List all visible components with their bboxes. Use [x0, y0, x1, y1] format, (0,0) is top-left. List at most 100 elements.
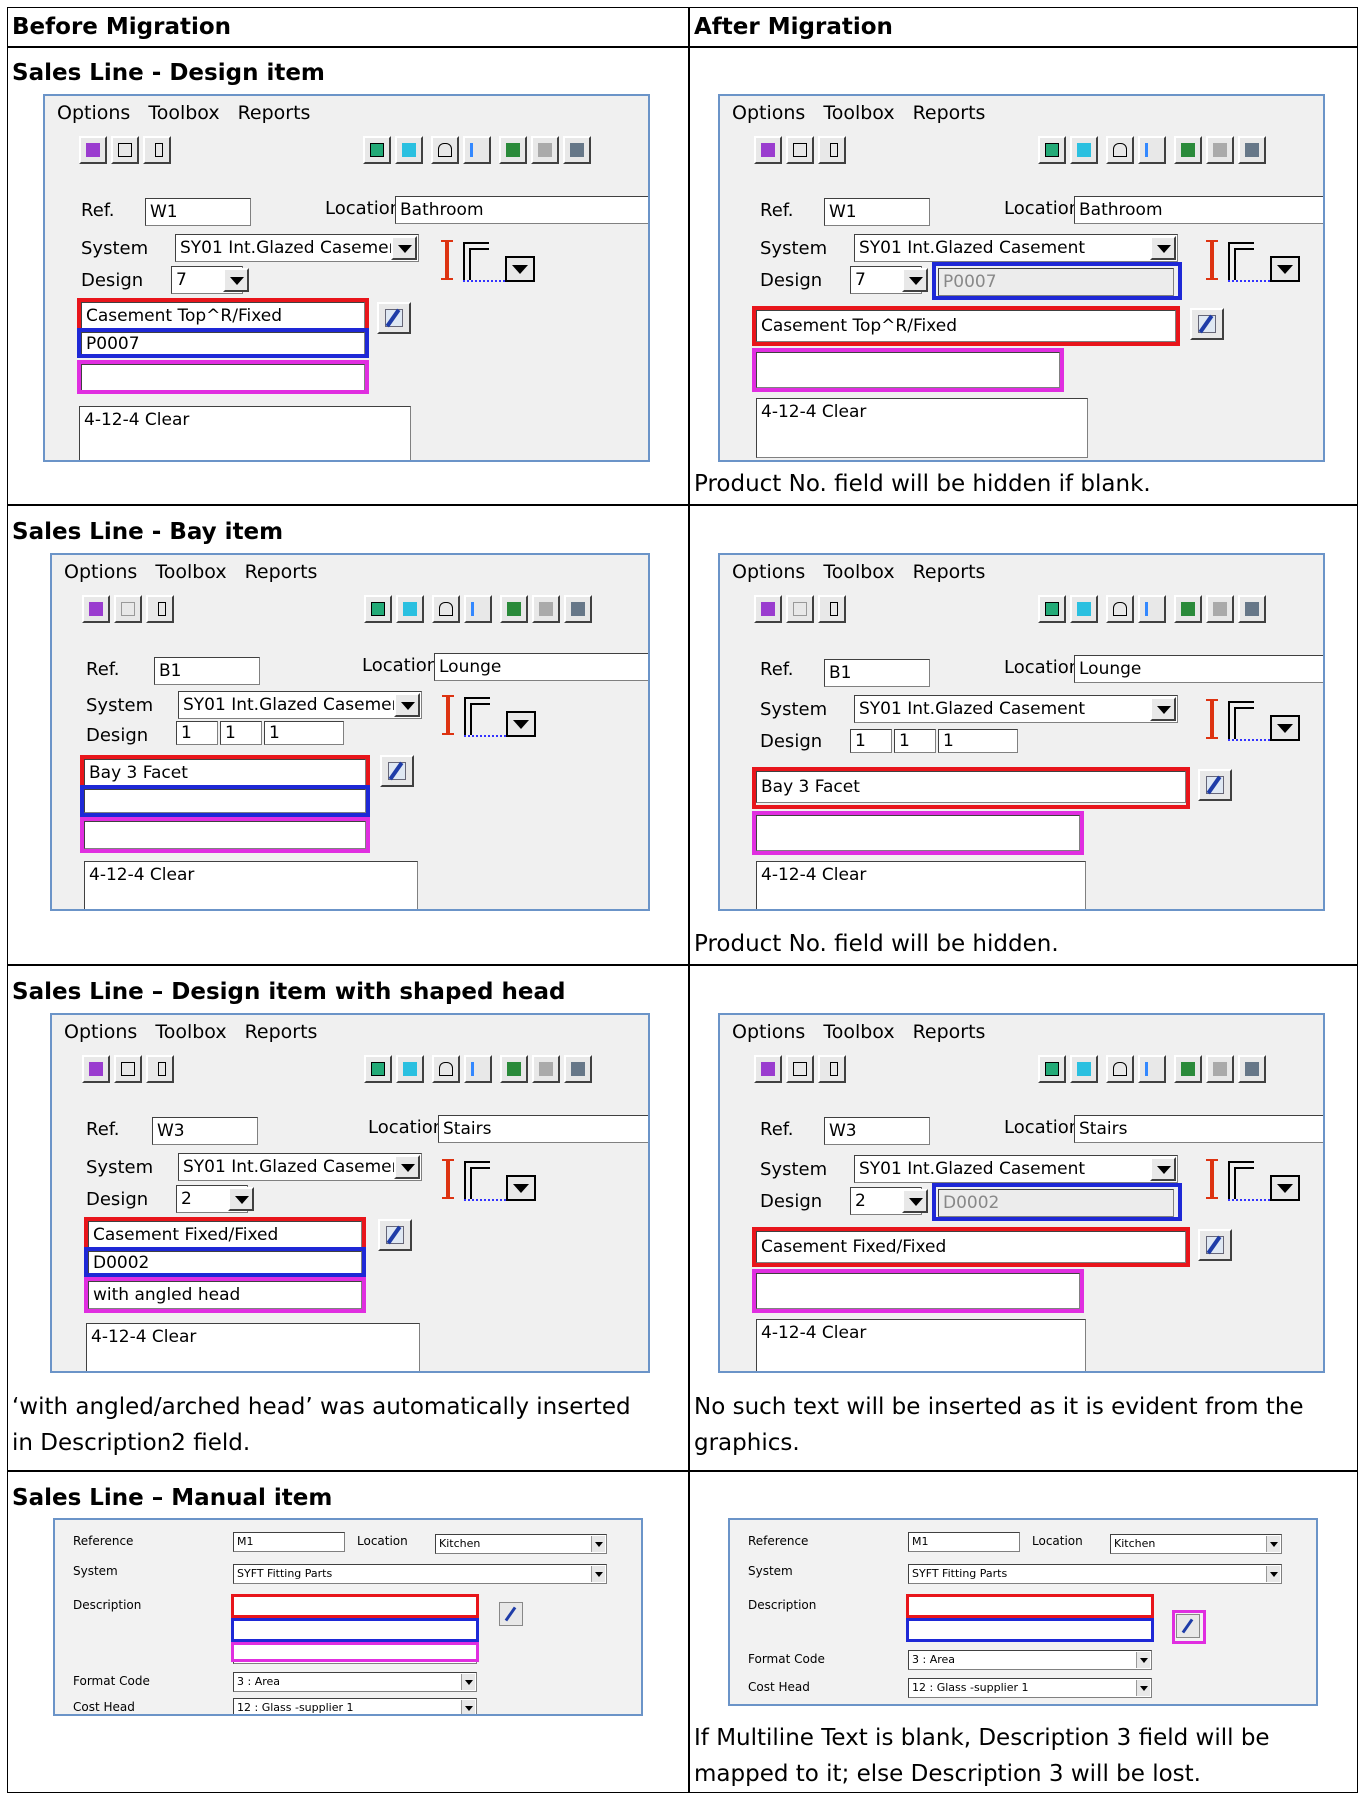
menu-options[interactable]: Options [57, 102, 130, 124]
system-dropdown-button[interactable] [1150, 697, 1176, 721]
frame-preview-icon[interactable] [441, 240, 555, 286]
system-select[interactable]: SY01 Int.Glazed Casement [175, 234, 419, 262]
chevron-down-icon[interactable] [461, 1700, 475, 1714]
cost-head-select[interactable]: 12 : Glass -supplier 1 [233, 1698, 477, 1714]
toolbar-button[interactable] [432, 1055, 460, 1083]
toolbar-button[interactable] [1038, 595, 1066, 623]
toolbar-button[interactable] [531, 136, 559, 164]
toolbar-button[interactable] [500, 595, 528, 623]
toolbar-button[interactable] [114, 595, 142, 623]
menu-toolbox[interactable]: Toolbox [823, 1021, 894, 1043]
toolbar-button[interactable] [754, 136, 782, 164]
frame-preview-icon[interactable] [442, 695, 556, 741]
toolbar-button[interactable] [146, 1055, 174, 1083]
toolbar-button[interactable] [1106, 136, 1134, 164]
toolbar-button[interactable] [464, 1055, 492, 1083]
toolbar-button[interactable] [1106, 1055, 1134, 1083]
system-select[interactable]: SYFT Fitting Parts [233, 1564, 607, 1584]
menu-reports[interactable]: Reports [913, 1021, 986, 1043]
location-field[interactable]: Bathroom [395, 196, 648, 224]
glass-field[interactable]: 4-12-4 Clear [79, 406, 411, 460]
ref-field[interactable]: W1 [145, 198, 251, 226]
toolbar-button[interactable] [563, 136, 591, 164]
location-field[interactable]: Lounge [1074, 655, 1323, 683]
toolbar-button[interactable] [79, 136, 107, 164]
ref-field[interactable]: W3 [824, 1117, 930, 1145]
system-dropdown-button[interactable] [1150, 1157, 1176, 1181]
toolbar-button[interactable] [1206, 595, 1234, 623]
toolbar-button[interactable] [143, 136, 171, 164]
location-field[interactable]: Stairs [438, 1115, 648, 1143]
system-select[interactable]: SY01 Int.Glazed Casement [854, 695, 1178, 723]
toolbar-button[interactable] [532, 595, 560, 623]
menu-toolbox[interactable]: Toolbox [155, 1021, 226, 1043]
format-code-select[interactable]: 3 : Area [908, 1650, 1152, 1670]
design-field-1[interactable]: 1 [176, 721, 218, 745]
toolbar-button[interactable] [396, 595, 424, 623]
toolbar-button[interactable] [432, 595, 460, 623]
frame-preview-icon[interactable] [1206, 1159, 1320, 1205]
system-select[interactable]: SYFT Fitting Parts [908, 1564, 1282, 1584]
reference-field[interactable]: M1 [908, 1532, 1020, 1552]
glass-field[interactable]: 4-12-4 Clear [756, 398, 1088, 458]
toolbar-button[interactable] [1138, 136, 1166, 164]
toolbar-button[interactable] [396, 1055, 424, 1083]
toolbar-button[interactable] [1106, 595, 1134, 623]
design-dropdown-button[interactable] [902, 268, 928, 292]
toolbar-button[interactable] [1138, 1055, 1166, 1083]
glass-field[interactable]: 4-12-4 Clear [756, 1319, 1086, 1371]
design-dropdown-button[interactable] [228, 1187, 254, 1211]
toolbar-button[interactable] [146, 595, 174, 623]
ref-field[interactable]: W3 [152, 1117, 258, 1145]
toolbar-button[interactable] [818, 595, 846, 623]
menu-options[interactable]: Options [732, 561, 805, 583]
toolbar-button[interactable] [786, 136, 814, 164]
menu-options[interactable]: Options [64, 1021, 137, 1043]
toolbar-button[interactable] [1038, 1055, 1066, 1083]
system-select[interactable]: SY01 Int.Glazed Casement [178, 1153, 422, 1181]
toolbar-button[interactable] [1238, 136, 1266, 164]
toolbar-button[interactable] [395, 136, 423, 164]
toolbar-button[interactable] [464, 595, 492, 623]
menu-toolbox[interactable]: Toolbox [148, 102, 219, 124]
menu-toolbox[interactable]: Toolbox [155, 561, 226, 583]
toolbar-button[interactable] [564, 1055, 592, 1083]
edit-text-button[interactable] [380, 755, 414, 787]
system-dropdown-button[interactable] [391, 236, 417, 260]
menu-options[interactable]: Options [732, 102, 805, 124]
system-select[interactable]: SY01 Int.Glazed Casement [178, 691, 422, 719]
chevron-down-icon[interactable] [591, 1566, 605, 1582]
edit-text-button[interactable] [378, 1219, 412, 1251]
toolbar-button[interactable] [431, 136, 459, 164]
chevron-down-icon[interactable] [461, 1674, 475, 1690]
frame-preview-icon[interactable] [442, 1159, 556, 1205]
system-dropdown-button[interactable] [394, 693, 420, 717]
system-select[interactable]: SY01 Int.Glazed Casement [854, 1155, 1178, 1183]
location-field[interactable]: Bathroom [1074, 196, 1323, 224]
system-dropdown-button[interactable] [394, 1155, 420, 1179]
chevron-down-icon[interactable] [591, 1536, 605, 1552]
toolbar-button[interactable] [532, 1055, 560, 1083]
chevron-down-icon[interactable] [1266, 1566, 1280, 1582]
reference-field[interactable]: M1 [233, 1532, 345, 1552]
glass-field[interactable]: 4-12-4 Clear [84, 861, 418, 909]
edit-text-button[interactable] [1190, 308, 1224, 340]
toolbar-button[interactable] [1070, 595, 1098, 623]
system-select[interactable]: SY01 Int.Glazed Casement [854, 234, 1178, 262]
location-select[interactable]: Kitchen [1110, 1534, 1282, 1554]
menu-options[interactable]: Options [732, 1021, 805, 1043]
toolbar-button[interactable] [114, 1055, 142, 1083]
chevron-down-icon[interactable] [1266, 1536, 1280, 1552]
menu-reports[interactable]: Reports [913, 561, 986, 583]
menu-toolbox[interactable]: Toolbox [823, 102, 894, 124]
menu-reports[interactable]: Reports [913, 102, 986, 124]
location-field[interactable]: Lounge [434, 653, 648, 681]
toolbar-button[interactable] [1206, 136, 1234, 164]
toolbar-button[interactable] [754, 1055, 782, 1083]
toolbar-button[interactable] [364, 1055, 392, 1083]
location-field[interactable]: Stairs [1074, 1115, 1323, 1143]
toolbar-button[interactable] [786, 595, 814, 623]
design-field-3[interactable]: 1 [264, 721, 344, 745]
toolbar-button[interactable] [818, 136, 846, 164]
toolbar-button[interactable] [786, 1055, 814, 1083]
